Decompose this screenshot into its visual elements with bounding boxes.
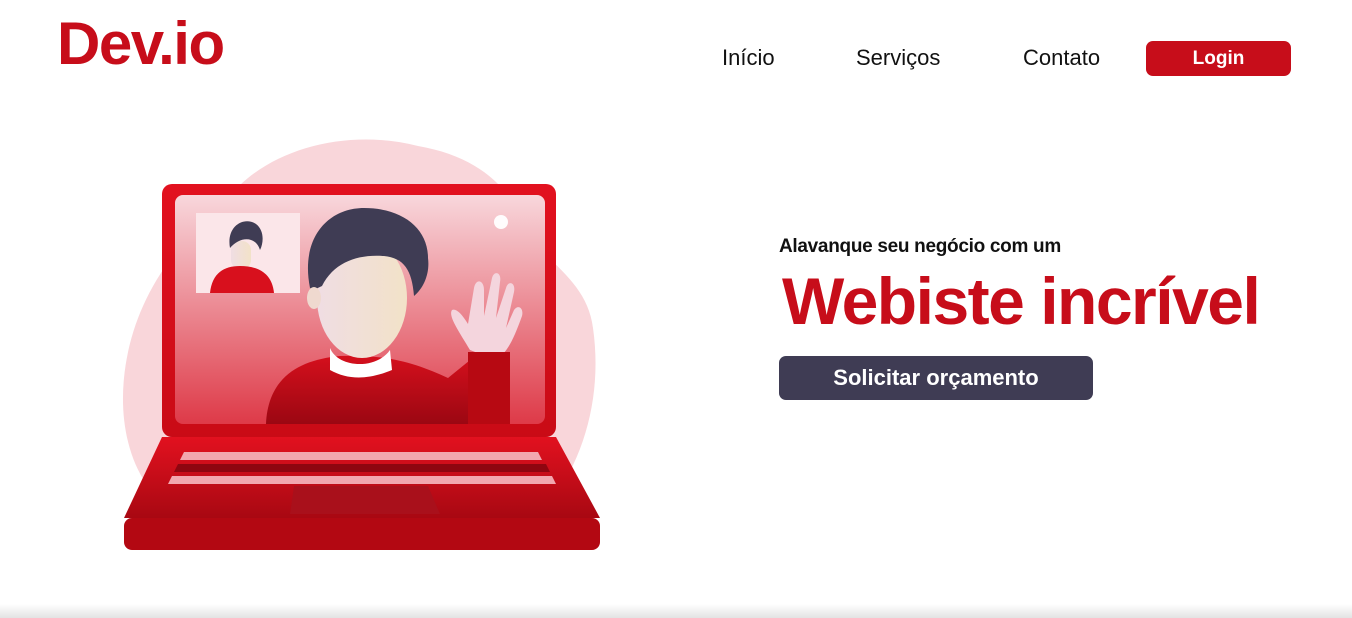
login-button[interactable]: Login (1146, 41, 1291, 76)
page-bottom-edge (0, 604, 1352, 618)
webcam-dot (494, 215, 508, 229)
nav-link-inicio[interactable]: Início (722, 44, 775, 72)
laptop-video-call-illustration (122, 139, 600, 550)
hero-tagline: Alavanque seu negócio com um (779, 236, 1061, 257)
nav-link-servicos[interactable]: Serviços (856, 44, 940, 72)
nav-link-contato[interactable]: Contato (1023, 44, 1100, 72)
hero-headline: Webiste incrível (782, 264, 1261, 338)
request-quote-button[interactable]: Solicitar orçamento (779, 356, 1093, 400)
laptop-touchpad (290, 486, 440, 514)
top-navbar: Dev.io Início Serviços Contato Login (0, 0, 1352, 100)
logo[interactable]: Dev.io (57, 14, 225, 74)
